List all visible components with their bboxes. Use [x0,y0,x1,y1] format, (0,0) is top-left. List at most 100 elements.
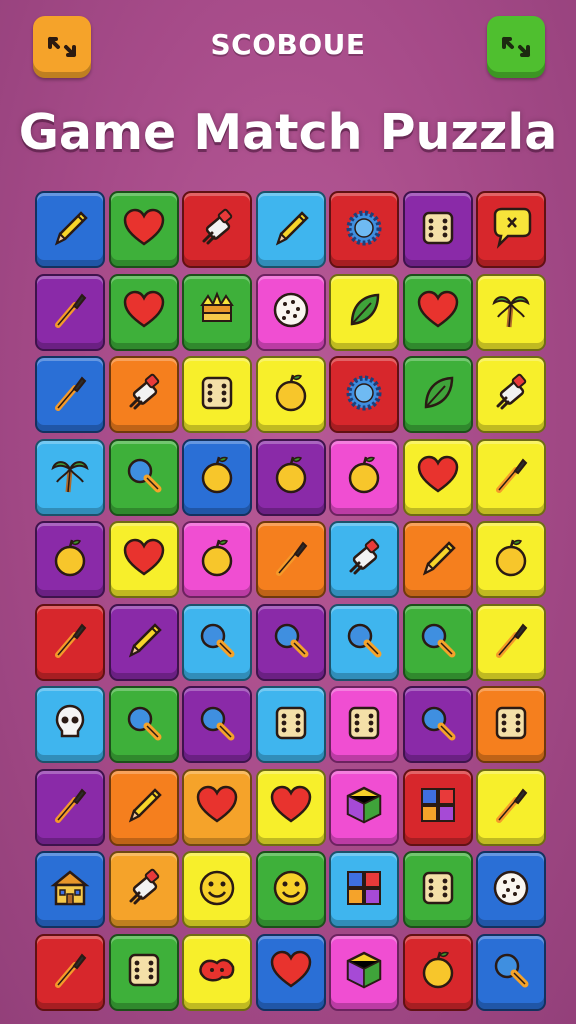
cookie-icon [493,870,529,905]
tile-r10-c6[interactable] [402,933,473,1011]
tile-r4-c5[interactable] [329,438,399,516]
smiley-icon [273,870,308,905]
tile-r4-c6[interactable] [402,438,473,516]
tile-r6-c3[interactable] [182,603,252,681]
tile-r9-c3[interactable] [182,851,252,928]
tile-r5-c5[interactable] [329,521,399,598]
candy-icon [199,958,235,982]
cube-icon [346,786,382,824]
leaf-icon [424,376,453,408]
apple-icon [495,539,527,576]
tile-r9-c2[interactable] [108,851,179,928]
tile-r7-c5[interactable] [329,686,399,763]
tile-r4-c3[interactable] [182,438,252,516]
gear-icon [346,210,382,245]
tile-r1-c5[interactable] [329,191,399,268]
dice-icon [422,211,453,244]
tile-r1-c6[interactable] [402,191,473,268]
tile-r3-c5[interactable] [329,356,399,433]
tile-r3-c6[interactable] [402,356,473,433]
clipper-icon [202,208,233,244]
pin-icon [493,207,532,249]
magnifier-icon [200,623,235,658]
tile-r10-c7[interactable] [476,933,546,1011]
tile-r2-c2[interactable] [108,273,179,351]
tile-r3-c4[interactable] [255,356,326,433]
tile-r8-c2[interactable] [108,768,179,846]
tile-r10-c4[interactable] [255,933,326,1011]
tile-r8-c5[interactable] [329,768,399,846]
tile-r4-c7[interactable] [476,438,546,516]
brush-icon [496,788,528,823]
tile-r7-c6[interactable] [402,686,473,763]
tile-r6-c1[interactable] [35,603,105,681]
gear-icon [346,375,382,410]
apple-icon [201,539,233,576]
apple-icon [201,456,233,494]
tile-r8-c7[interactable] [476,768,546,846]
tile-r1-c1[interactable] [35,191,105,268]
tile-r6-c7[interactable] [476,603,546,681]
tile-r2-c6[interactable] [402,273,473,351]
tile-r1-c7[interactable] [476,191,546,268]
tile-r3-c1[interactable] [35,356,105,433]
tile-r7-c2[interactable] [108,686,179,763]
palm-icon [51,461,89,493]
tile-r5-c1[interactable] [35,521,105,598]
tile-r2-c7[interactable] [476,273,546,351]
tile-r5-c3[interactable] [182,521,252,598]
tile-r7-c7[interactable] [476,686,546,763]
tile-r6-c2[interactable] [108,603,179,681]
brush-icon [275,540,307,576]
tile-r1-c2[interactable] [108,191,179,268]
tile-r4-c1[interactable] [35,438,105,516]
tile-r3-c2[interactable] [108,356,179,433]
tile-r1-c3[interactable] [182,191,252,268]
cube-icon [346,951,382,989]
tile-r10-c2[interactable] [108,933,179,1011]
tile-r9-c5[interactable] [329,851,399,928]
tile-r6-c4[interactable] [255,603,326,681]
tile-r6-c5[interactable] [329,603,399,681]
tile-r4-c4[interactable] [255,438,326,516]
tile-r4-c2[interactable] [108,438,179,516]
magnifier-icon [421,623,455,658]
tile-r10-c5[interactable] [329,933,399,1011]
tile-r2-c1[interactable] [35,273,105,351]
brush-icon [55,788,87,823]
magnifier-icon [347,623,382,658]
tile-r10-c1[interactable] [35,933,105,1011]
tile-r3-c3[interactable] [182,356,252,433]
palm-icon [492,296,530,328]
tile-r8-c4[interactable] [255,768,326,846]
house-icon [50,869,90,905]
tile-r9-c1[interactable] [35,851,105,928]
apple-icon [54,539,86,576]
tile-r2-c4[interactable] [255,273,326,351]
crown-icon [200,291,234,322]
tile-r7-c3[interactable] [182,686,252,763]
expand-button-right[interactable] [487,16,545,78]
tile-r9-c7[interactable] [476,851,546,928]
tile-r5-c2[interactable] [108,521,179,598]
heart-icon [270,785,311,823]
tile-r2-c3[interactable] [182,273,252,351]
magnifier-icon [421,706,455,740]
tile-r7-c1[interactable] [35,686,105,763]
clipper-icon [496,373,527,409]
tile-r5-c4[interactable] [255,521,326,598]
tile-r5-c7[interactable] [476,521,546,598]
tile-r6-c6[interactable] [402,603,473,681]
tile-r9-c4[interactable] [255,851,326,928]
tile-r5-c6[interactable] [402,521,473,598]
tile-r10-c3[interactable] [182,933,252,1011]
tile-r8-c3[interactable] [182,768,252,846]
tile-r2-c5[interactable] [329,273,399,351]
tile-r3-c7[interactable] [476,356,546,433]
tile-r7-c4[interactable] [255,686,326,763]
clipper-icon [129,868,159,904]
tile-r1-c4[interactable] [255,191,326,268]
tile-r8-c1[interactable] [35,768,105,846]
tile-r9-c6[interactable] [402,851,473,928]
tile-r8-c6[interactable] [402,768,473,846]
